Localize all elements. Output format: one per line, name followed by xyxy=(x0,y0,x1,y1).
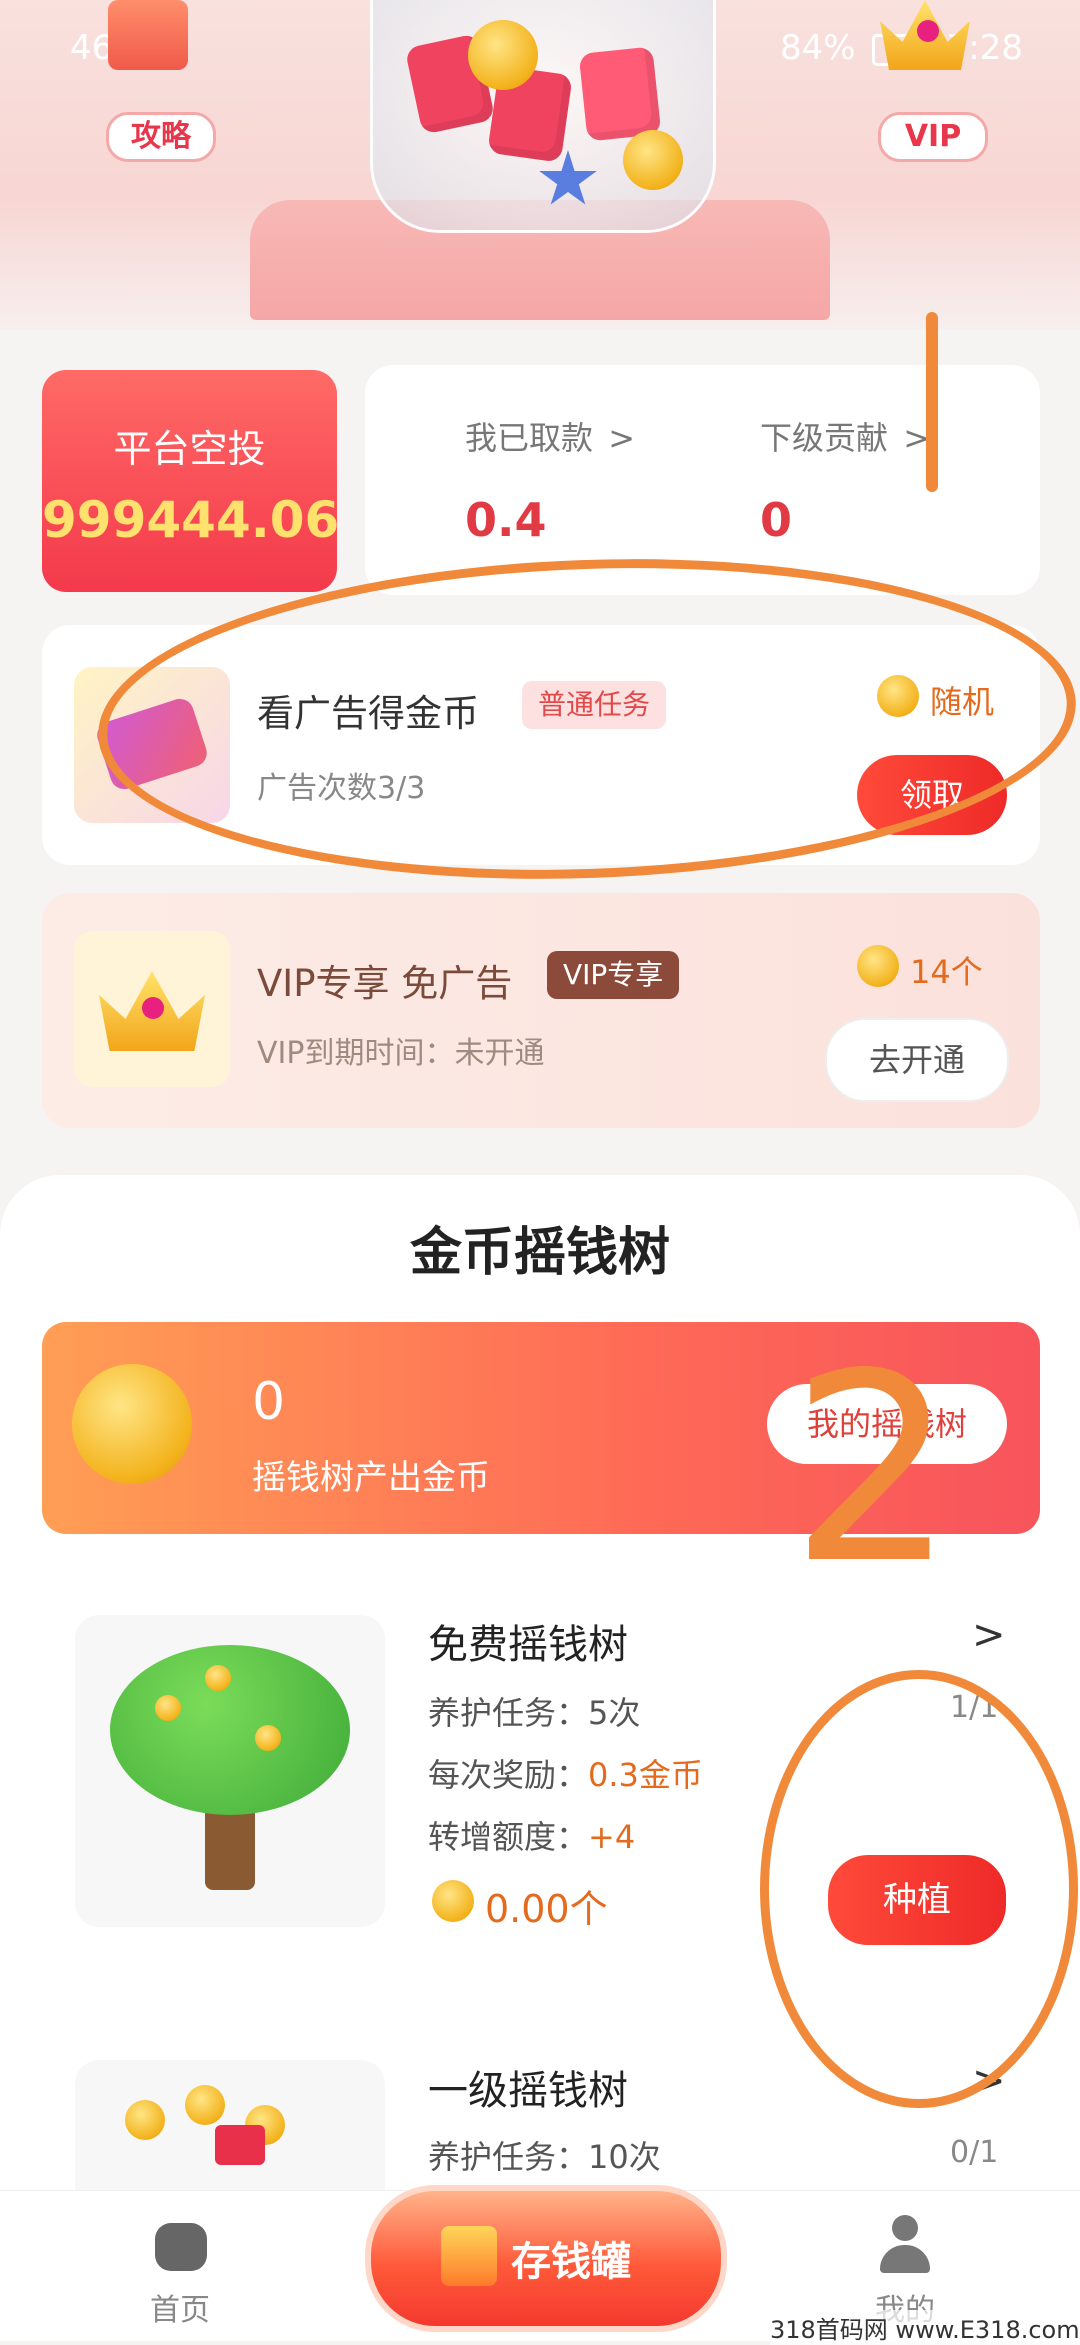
free-tree-name: 免费摇钱树 xyxy=(428,1622,628,1668)
level-one-tree-progress: 0/1 xyxy=(950,2135,999,2170)
level-one-tree-image xyxy=(75,2060,385,2200)
vip-task-card: VIP专享 免广告 VIP专享 VIP到期时间：未开通 14个 去开通 xyxy=(42,893,1040,1128)
contribution-link[interactable]: 下级贡献 > xyxy=(760,413,930,459)
reward-row: 每次奖励：0.3金币 xyxy=(428,1756,703,1794)
piggy-bank-label: 存钱罐 xyxy=(511,2239,631,2285)
vip-reward: 14个 xyxy=(910,953,983,991)
contribution-label: 下级贡献 xyxy=(760,419,889,457)
airdrop-title: 平台空投 xyxy=(113,427,266,471)
piggy-jar-image xyxy=(370,0,716,233)
annotation-line xyxy=(926,312,938,492)
chevron-right-icon: > xyxy=(893,419,931,457)
annotation-number-2: 2 xyxy=(790,1319,956,1621)
coin-icon xyxy=(857,945,899,987)
contribution-value: 0 xyxy=(760,493,793,547)
guide-label[interactable]: 攻略 xyxy=(106,112,216,162)
vip-task-tag: VIP专享 xyxy=(547,951,680,999)
money-tree-title: 金币摇钱树 xyxy=(409,1223,670,1283)
vip-expiry: VIP到期时间：未开通 xyxy=(257,1036,545,1071)
battery-percent: 84% xyxy=(780,28,856,68)
coin-icon xyxy=(432,1880,474,1922)
airdrop-card: 平台空投 999444.06 xyxy=(42,370,340,592)
chevron-right-icon: > xyxy=(598,419,636,457)
user-icon[interactable] xyxy=(880,2215,930,2275)
tree-output-label: 摇钱树产出金币 xyxy=(252,1458,490,1498)
airdrop-value: 999444.06 xyxy=(42,491,340,549)
tree-output-value: 0 xyxy=(252,1372,286,1432)
vip-crown-icon xyxy=(74,931,230,1087)
guide-book-icon[interactable]: 攻略 xyxy=(88,0,218,162)
free-tree-coins: 0.00个 xyxy=(485,1887,608,1931)
level-one-tree-name: 一级摇钱树 xyxy=(428,2068,628,2114)
annotation-circle-2 xyxy=(760,1670,1078,2108)
activate-vip-button[interactable]: 去开通 xyxy=(825,1018,1009,1102)
care-task-row: 养护任务：5次 xyxy=(428,1694,641,1732)
home-icon[interactable] xyxy=(155,2223,207,2271)
gold-coin-icon xyxy=(72,1364,192,1484)
gift-icon xyxy=(441,2226,497,2286)
care-task-row: 养护任务：10次 xyxy=(428,2138,661,2176)
chevron-right-icon[interactable]: > xyxy=(972,1612,1006,1658)
free-tree-image xyxy=(75,1615,385,1927)
piggy-bank-button[interactable]: 存钱罐 xyxy=(365,2185,727,2332)
withdrawn-link[interactable]: 我已取款 > xyxy=(465,413,635,459)
quota-row: 转增额度：+4 xyxy=(428,1818,636,1856)
withdrawn-value: 0.4 xyxy=(465,493,547,547)
vip-crown-icon[interactable]: VIP xyxy=(860,0,990,162)
vip-label[interactable]: VIP xyxy=(878,112,988,162)
nav-home[interactable]: 首页 xyxy=(120,2285,240,2329)
vip-task-title: VIP专享 免广告 xyxy=(257,962,513,1005)
withdrawn-label: 我已取款 xyxy=(465,419,594,457)
